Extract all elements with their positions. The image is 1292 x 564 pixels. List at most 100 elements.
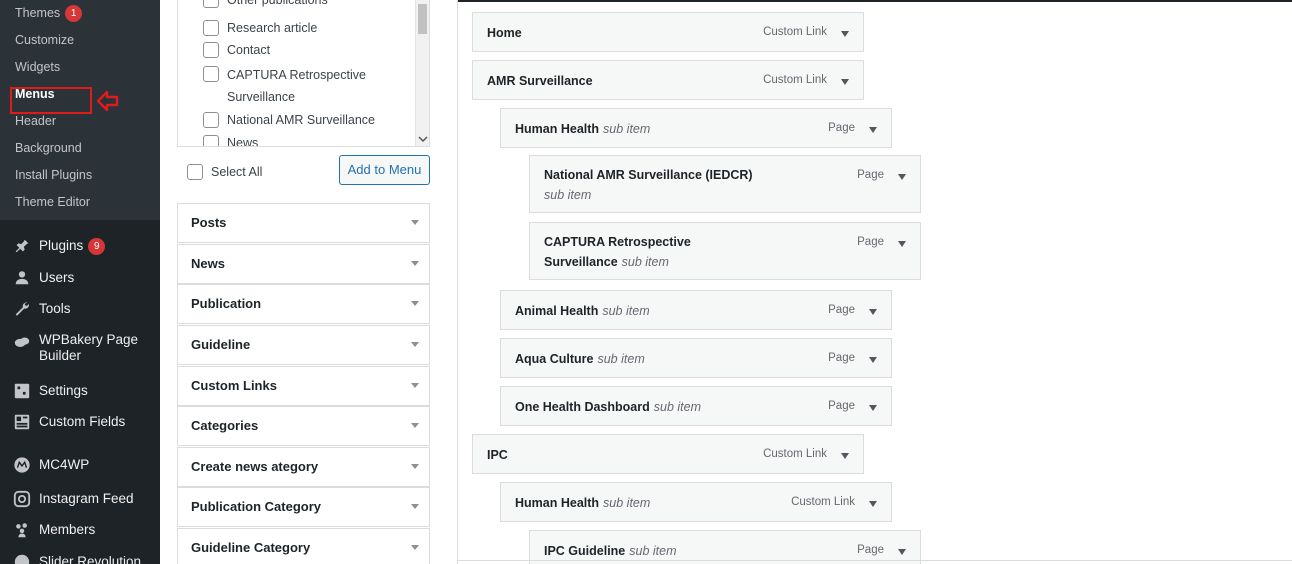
caret-down-icon[interactable] (869, 127, 877, 133)
menu-structure: Home Custom Link AMR Surveillance Custom… (457, 0, 1292, 564)
caret-down-icon (411, 342, 419, 347)
submenu-item-label: Themes (15, 6, 61, 20)
accordion-news[interactable]: News (177, 244, 430, 284)
menu-item-title: Animal Health sub item (515, 304, 650, 318)
slider-icon (12, 552, 32, 564)
checkbox[interactable] (203, 20, 219, 36)
caret-down-icon[interactable] (841, 31, 849, 37)
accordion-title: Publication (191, 296, 262, 311)
list-item[interactable]: National AMR Surveillance (203, 110, 418, 130)
caret-down-icon[interactable] (869, 501, 877, 507)
instagram-icon (12, 489, 32, 509)
accordion-guideline-category[interactable]: Guideline Category (177, 528, 430, 564)
menu-item[interactable]: One Health Dashboard sub item Page (500, 386, 892, 426)
menu-item[interactable]: Animal Health sub item Page (500, 290, 892, 330)
menu-item-settings[interactable]: Settings (0, 377, 160, 405)
menu-item-title: National AMR Surveillance (IEDCR) sub ite… (544, 168, 753, 202)
accordion-guideline[interactable]: Guideline (177, 325, 430, 365)
checkbox[interactable] (203, 112, 219, 128)
list-scrollbar[interactable] (415, 0, 429, 146)
list-item[interactable]: Research article (203, 18, 418, 38)
menu-item-wpbakery[interactable]: WPBakery Page Builder (0, 332, 160, 368)
wrench-icon (12, 299, 32, 319)
caret-down-icon[interactable] (841, 79, 849, 85)
checkbox[interactable] (203, 0, 219, 8)
caret-down-icon[interactable] (898, 174, 906, 180)
menu-item[interactable]: IPC Guideline sub item Page (529, 530, 921, 564)
menu-item-instagram-feed[interactable]: Instagram Feed (0, 485, 160, 513)
accordion-posts[interactable]: Posts (177, 203, 430, 243)
caret-down-icon[interactable] (841, 453, 849, 459)
menu-item-label: Settings (39, 383, 88, 398)
accordion-title: Custom Links (191, 378, 277, 393)
menu-item-mc4wp[interactable]: MC4WP (0, 451, 160, 479)
list-item[interactable]: Other publications (203, 0, 418, 10)
caret-down-icon (411, 423, 419, 428)
menu-item[interactable]: Aqua Culture sub item Page (500, 338, 892, 378)
checkbox[interactable] (203, 66, 219, 82)
accordion-title: Guideline (191, 337, 251, 352)
menu-item-type: Custom Link (791, 496, 855, 508)
menu-item[interactable]: Human Health sub item Custom Link (500, 482, 892, 522)
submenu-item-background[interactable]: Background (0, 135, 160, 162)
scrollbar-thumb[interactable] (418, 4, 427, 34)
menu-item-plugins[interactable]: Plugins 9 (0, 232, 160, 260)
menu-item[interactable]: Human Health sub item Page (500, 108, 892, 148)
accordion-title: Categories (191, 418, 259, 433)
accordion-publication[interactable]: Publication (177, 284, 430, 324)
cloud-icon (12, 332, 32, 352)
bottom-border (457, 560, 1292, 561)
list-item[interactable]: News (203, 133, 418, 146)
users-icon (12, 268, 32, 288)
menu-item[interactable]: Home Custom Link (472, 12, 864, 52)
menu-item-slider-revolution[interactable]: Slider Revolution (0, 548, 160, 564)
menu-item[interactable]: IPC Custom Link (472, 434, 864, 474)
menu-item-custom-fields[interactable]: Custom Fields (0, 408, 160, 436)
accordion-title: Publication Category (191, 499, 322, 514)
add-to-menu-button[interactable]: Add to Menu (339, 155, 430, 185)
checkbox-list[interactable]: Other publications Research article Cont… (177, 0, 430, 147)
checkbox[interactable] (203, 42, 219, 58)
admin-sidebar: Themes 1 Customize Widgets Menus Header B… (0, 0, 160, 564)
caret-down-icon[interactable] (898, 549, 906, 555)
accordion-create-news-category[interactable]: Create news ategory (177, 447, 430, 487)
menu-item-title: One Health Dashboard sub item (515, 400, 701, 414)
caret-down-icon[interactable] (869, 357, 877, 363)
update-count-badge: 1 (65, 5, 83, 22)
submenu-item-theme-editor[interactable]: Theme Editor (0, 189, 160, 216)
menu-item-label: Custom Fields (39, 414, 126, 429)
menu-item-title: IPC (487, 448, 508, 462)
menu-item-title: AMR Surveillance (487, 74, 593, 88)
accordion-custom-links[interactable]: Custom Links (177, 366, 430, 406)
caret-down-icon (411, 504, 419, 509)
caret-down-icon[interactable] (869, 405, 877, 411)
accordion-publication-category[interactable]: Publication Category (177, 487, 430, 527)
menu-item-type: Custom Link (763, 74, 827, 86)
chevron-down-icon[interactable] (418, 134, 428, 144)
select-all-checkbox[interactable] (187, 164, 203, 180)
menu-item-members[interactable]: Members (0, 516, 160, 544)
submenu-item-customize[interactable]: Customize (0, 27, 160, 54)
menu-item[interactable]: CAPTURA Retrospective Surveillance sub it… (529, 222, 921, 280)
menu-item-tools[interactable]: Tools (0, 295, 160, 323)
settings-icon (12, 381, 32, 401)
submenu-item-themes[interactable]: Themes 1 (0, 0, 160, 27)
menu-item[interactable]: National AMR Surveillance (IEDCR) sub ite… (529, 155, 921, 213)
menus-highlight-box (10, 87, 92, 114)
submenu-item-widgets[interactable]: Widgets (0, 54, 160, 81)
menu-item-type: Page (828, 122, 855, 134)
menu-item-users[interactable]: Users (0, 264, 160, 292)
accordion-categories[interactable]: Categories (177, 406, 430, 446)
submenu-item-install-plugins[interactable]: Install Plugins (0, 162, 160, 189)
checkbox[interactable] (203, 135, 219, 146)
caret-down-icon[interactable] (898, 241, 906, 247)
accordion-title: Posts (191, 215, 227, 230)
pointer-arrow-icon (96, 90, 120, 115)
select-all-label: Select All (211, 165, 263, 179)
menu-item[interactable]: AMR Surveillance Custom Link (472, 60, 864, 100)
accordion-title: News (191, 256, 225, 271)
list-item[interactable]: Contact (203, 40, 418, 60)
caret-down-icon[interactable] (869, 309, 877, 315)
accordion-title: Create news ategory (191, 459, 319, 474)
select-all-row[interactable]: Select All (187, 164, 262, 180)
